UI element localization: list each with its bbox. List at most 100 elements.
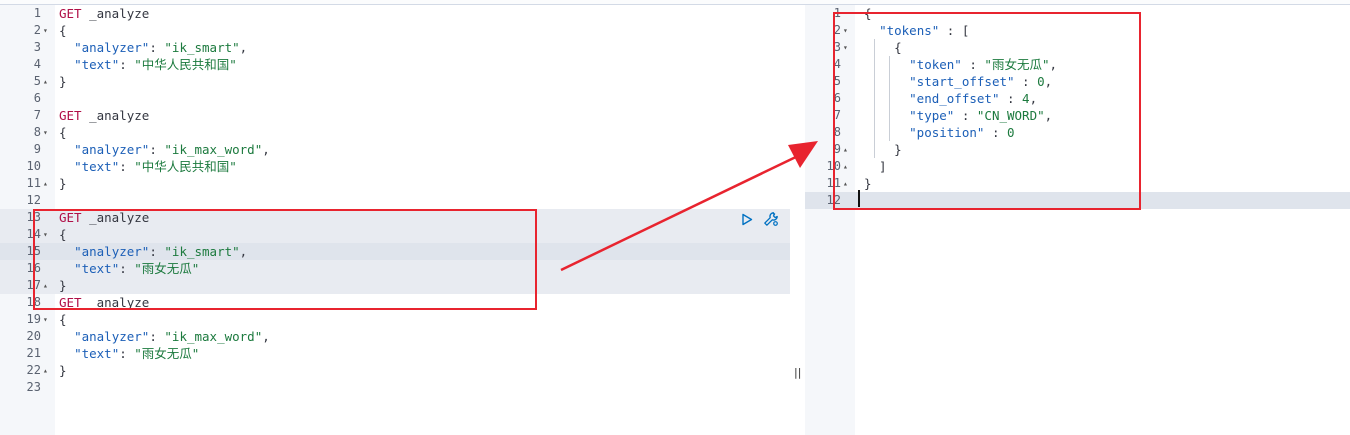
line-number: 17 [26,278,41,292]
code-text: { [59,23,67,38]
request-line[interactable]: 4 "text": "中华人民共和国" [0,56,790,73]
request-line[interactable]: 15 "analyzer": "ik_smart", [0,243,790,260]
wrench-icon[interactable] [762,210,780,228]
response-line: 11 ▴} [805,175,1350,192]
line-number: 2 [33,23,41,37]
response-line: 1{ [805,5,1350,22]
line-number: 1 [833,6,841,20]
code-text: GET _analyze [59,6,150,21]
request-line[interactable]: 2 ▾ { [0,22,790,39]
code-text: ] [864,159,887,174]
code-text: "analyzer": "ik_smart", [74,244,248,259]
request-line[interactable]: 14 ▾ { [0,226,790,243]
line-number: 8 [833,125,841,139]
response-line: 9 ▴ } [805,141,1350,158]
line-number: 12 [26,193,41,207]
line-number: 7 [833,108,841,122]
fold-expand-icon[interactable]: ▾ [43,22,48,39]
request-line[interactable]: 13 GET _analyze [0,209,790,226]
code-text: } [864,142,902,157]
code-text: } [864,176,872,191]
response-editor: 1{2 ▾ "tokens" : [3 ▾ {4 "token" : "雨女无瓜",… [805,5,1350,435]
request-line[interactable]: 18 GET _analyze [0,294,790,311]
request-line[interactable]: 17 ▴} [0,277,790,294]
fold-expand-icon[interactable]: ▾ [43,311,48,328]
response-line: 12 [805,192,1350,209]
fold-collapse-icon[interactable]: ▴ [43,73,48,90]
request-line[interactable]: 19 ▾ { [0,311,790,328]
line-number: 2 [833,23,841,37]
line-number: 21 [26,346,41,360]
code-text: "analyzer": "ik_max_word", [74,329,270,344]
response-line: 2 ▾ "tokens" : [ [805,22,1350,39]
fold-expand-icon[interactable]: ▾ [843,39,848,56]
fold-collapse-icon[interactable]: ▴ [43,277,48,294]
line-number: 11 [826,176,841,190]
request-line[interactable]: 6 [0,90,790,107]
line-number: 4 [33,57,41,71]
fold-expand-icon[interactable]: ▾ [43,124,48,141]
request-line[interactable]: 23 [0,379,790,396]
line-number: 13 [26,210,41,224]
request-line[interactable]: 20 "analyzer": "ik_max_word", [0,328,790,345]
request-line[interactable]: 21 "text": "雨女无瓜" [0,345,790,362]
indent-guide [889,56,890,141]
code-text: "start_offset" : 0, [909,74,1053,89]
line-number: 9 [33,142,41,156]
fold-collapse-icon[interactable]: ▴ [43,362,48,379]
response-line: 6 "end_offset" : 4, [805,90,1350,107]
request-actions [738,210,780,228]
code-text: } [59,176,67,191]
request-line[interactable]: 11 ▴} [0,175,790,192]
fold-collapse-icon[interactable]: ▴ [843,175,848,192]
fold-expand-icon[interactable]: ▾ [843,22,848,39]
indent-guide [874,39,875,158]
line-number: 16 [26,261,41,275]
line-number: 19 [26,312,41,326]
response-line: 7 "type" : "CN_WORD", [805,107,1350,124]
response-line: 8 "position" : 0 [805,124,1350,141]
line-number: 7 [33,108,41,122]
line-number: 10 [26,159,41,173]
fold-collapse-icon[interactable]: ▴ [843,141,848,158]
code-text: "position" : 0 [909,125,1015,140]
request-line[interactable]: 22 ▴} [0,362,790,379]
line-number: 15 [26,244,41,258]
request-line[interactable]: 7 GET _analyze [0,107,790,124]
code-text: "text": "雨女无瓜" [74,346,200,361]
request-line[interactable]: 12 [0,192,790,209]
play-icon[interactable] [738,210,756,228]
request-line[interactable]: 1 GET _analyze [0,5,790,22]
response-line: 3 ▾ { [805,39,1350,56]
fold-expand-icon[interactable]: ▾ [43,226,48,243]
line-number: 6 [833,91,841,105]
request-line[interactable]: 10 "text": "中华人民共和国" [0,158,790,175]
code-text: "text": "雨女无瓜" [74,261,200,276]
request-line[interactable]: 16 "text": "雨女无瓜" [0,260,790,277]
line-number: 6 [33,91,41,105]
line-number: 3 [833,40,841,54]
code-text: "text": "中华人民共和国" [74,57,237,72]
fold-collapse-icon[interactable]: ▴ [843,158,848,175]
request-lines[interactable]: 1 GET _analyze 2 ▾{3 "analyzer": "ik_smart"… [0,5,790,396]
response-line: 4 "token" : "雨女无瓜", [805,56,1350,73]
text-cursor [858,190,860,207]
code-text: GET _analyze [59,108,150,123]
fold-collapse-icon[interactable]: ▴ [43,175,48,192]
request-editor[interactable]: 1 GET _analyze 2 ▾{3 "analyzer": "ik_smart"… [0,5,790,435]
code-text: GET _analyze [59,210,150,225]
code-text: { [59,227,67,242]
request-line[interactable]: 8 ▾ { [0,124,790,141]
line-number: 11 [26,176,41,190]
request-line[interactable]: 5 ▴} [0,73,790,90]
request-line[interactable]: 3 "analyzer": "ik_smart", [0,39,790,56]
response-line: 10 ▴ ] [805,158,1350,175]
code-text: { [864,40,902,55]
request-line[interactable]: 9 "analyzer": "ik_max_word", [0,141,790,158]
line-number: 22 [26,363,41,377]
response-lines: 1{2 ▾ "tokens" : [3 ▾ {4 "token" : "雨女无瓜",… [805,5,1350,209]
code-text: GET _analyze [59,295,150,310]
pane-resizer[interactable]: || [794,366,801,380]
line-number: 9 [833,142,841,156]
line-number: 14 [26,227,41,241]
